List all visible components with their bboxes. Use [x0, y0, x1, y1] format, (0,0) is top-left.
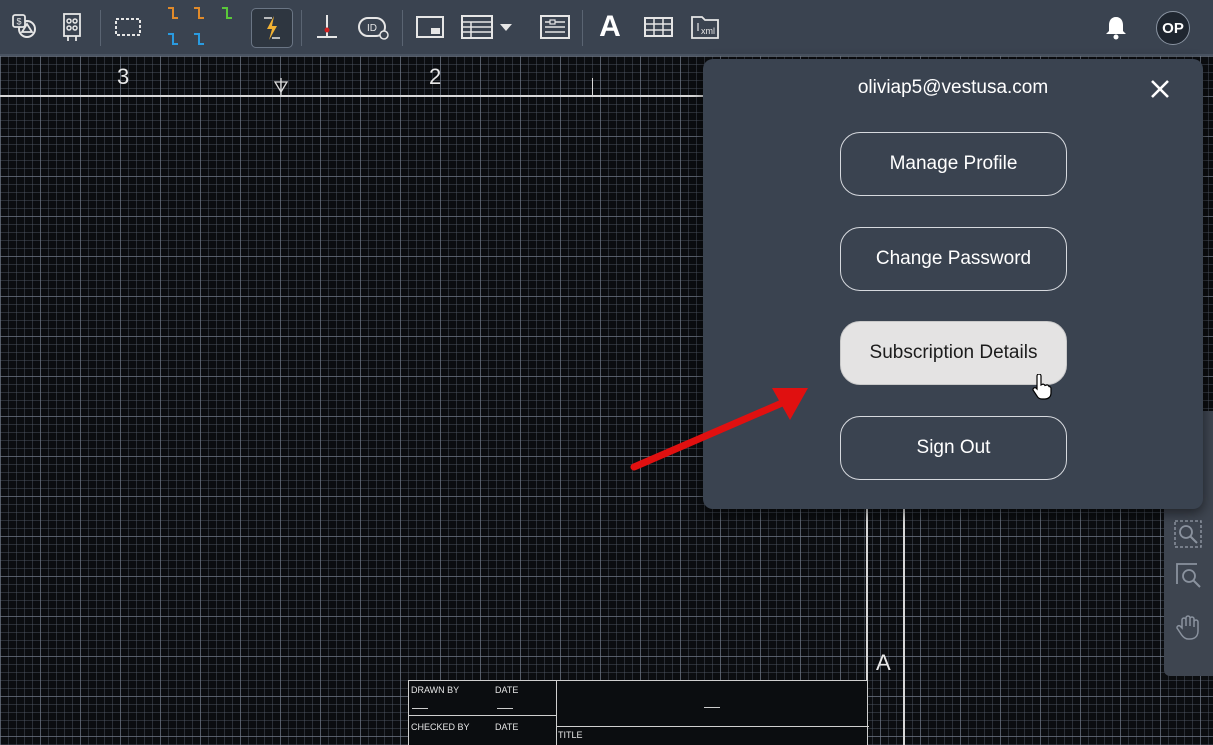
zoom-extents-icon[interactable]: [1172, 559, 1204, 591]
panel-layout-icon[interactable]: [412, 9, 448, 45]
zone-tick: [592, 78, 593, 95]
border-right-outer: [903, 496, 905, 745]
text-tool-glyph: A: [599, 10, 621, 43]
tag-id-icon[interactable]: ID: [356, 9, 392, 45]
notifications-bell-icon[interactable]: [1100, 12, 1132, 44]
report-table-icon[interactable]: [458, 9, 518, 45]
user-avatar[interactable]: OP: [1156, 11, 1190, 45]
user-email: oliviap5@vestusa.com: [857, 77, 1049, 98]
wire-numbers-icon[interactable]: [160, 4, 240, 52]
checked-by-label: CHECKED BY: [411, 722, 470, 732]
wire-tool-icon[interactable]: [251, 8, 293, 48]
svg-text:ID: ID: [367, 23, 377, 34]
svg-text:xml: xml: [701, 26, 715, 36]
svg-text:$: $: [16, 17, 21, 27]
toolbar-separator: [301, 10, 302, 46]
pan-hand-icon[interactable]: [1172, 611, 1204, 643]
selection-box-icon[interactable]: [110, 9, 146, 45]
border-top-line: [0, 95, 720, 97]
toolbar-separator: [100, 10, 101, 46]
close-icon[interactable]: [1147, 76, 1173, 102]
toolbar-separator: [402, 10, 403, 46]
zoom-window-icon[interactable]: [1172, 518, 1204, 550]
title-label: TITLE: [558, 730, 583, 740]
bom-report-icon[interactable]: [536, 9, 572, 45]
chevron-down-icon: [500, 24, 512, 31]
date-label: DATE: [495, 722, 519, 732]
manage-profile-button[interactable]: Manage Profile: [840, 132, 1067, 196]
terminal-block-icon[interactable]: [54, 9, 90, 45]
center-mark-icon: [273, 78, 289, 97]
zone-label-2: 2: [429, 64, 442, 89]
drawn-by-label: DRAWN BY: [411, 685, 460, 695]
main-toolbar: $ ID A xml OP: [0, 0, 1213, 56]
toolbar-separator: [582, 10, 583, 46]
profile-menu-popup: oliviap5@vestusa.com Manage Profile Chan…: [703, 59, 1203, 509]
symbol-library-icon[interactable]: $: [8, 9, 44, 45]
date-label: DATE: [495, 685, 519, 695]
table-tool-icon[interactable]: [640, 9, 676, 45]
change-password-button[interactable]: Change Password: [840, 227, 1067, 291]
text-tool-icon[interactable]: A: [592, 9, 628, 45]
title-block: DRAWN BY DATE CHECKED BY DATE TITLE: [408, 680, 869, 745]
hand-pointer-cursor-icon: [1032, 374, 1052, 400]
zone-label-3: 3: [117, 64, 130, 89]
sign-out-button[interactable]: Sign Out: [840, 416, 1067, 480]
export-xml-icon[interactable]: xml: [687, 9, 723, 45]
insert-component-icon[interactable]: [307, 9, 343, 45]
row-label-a: A: [876, 650, 891, 675]
